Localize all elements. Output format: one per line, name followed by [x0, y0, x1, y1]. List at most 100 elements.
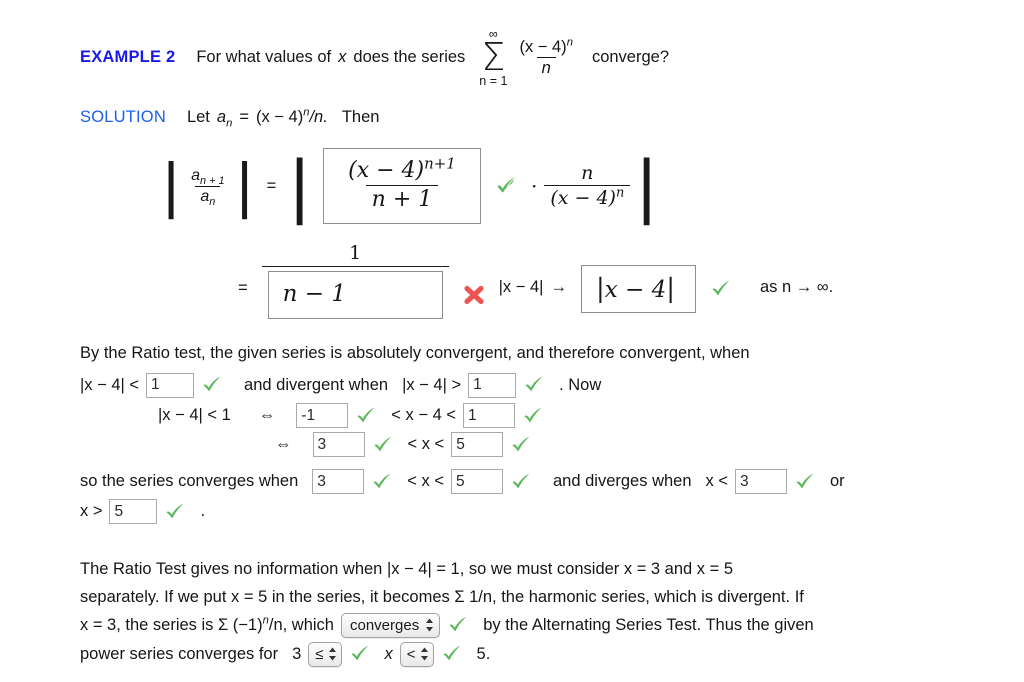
answer-box-limit[interactable]: |x − 4| [580, 265, 696, 313]
final-paragraph-line-1: The Ratio Test gives no information when… [80, 554, 814, 584]
series-denominator: n [536, 57, 556, 77]
radius-greater-input[interactable] [468, 372, 517, 398]
check-icon-converge-lower [371, 472, 393, 492]
a-n-symbol: an [216, 108, 233, 130]
converges-select-value: converges [349, 616, 420, 634]
stepper-arrows-icon[interactable] [425, 617, 434, 633]
interval-upper-input-2[interactable] [451, 432, 504, 457]
check-icon-interval-lower-2 [372, 435, 394, 455]
solution-label: SOLUTION [80, 108, 166, 126]
ratio-paragraph-line-1-text: By the Ratio test, the given series is a… [80, 343, 750, 362]
operator-select-right[interactable]: < [399, 641, 434, 667]
equation-equals-2: = [238, 279, 248, 297]
final-paragraph-line-4: power series converges for 3 ≤ x < 5. [80, 639, 814, 669]
ratio-test-paragraph: By the Ratio test, the given series is a… [80, 338, 750, 400]
convergence-line: so the series converges when < x < and d… [80, 469, 845, 494]
equation-equals-1: = [266, 176, 277, 195]
answer-limit-value: |x − 4| [595, 273, 675, 304]
answer-box-denominator[interactable]: n − 1 [267, 271, 443, 320]
answer-box-ratio-fraction[interactable]: (x − 4)n+1 n + 1 [322, 148, 481, 224]
abs-bar-open-right: | [290, 146, 309, 226]
converge-upper-input[interactable] [451, 469, 503, 494]
prompt-variable: x [338, 48, 347, 66]
sigma-glyph: Σ [481, 34, 506, 79]
stepper-arrows-icon-left[interactable] [328, 646, 337, 662]
example-heading-line: EXAMPLE 2 For what values of x does the … [80, 28, 669, 87]
equals-sign: = [239, 108, 249, 126]
divergent-when-text: and divergent when [244, 375, 389, 394]
ratio-equation-row-2: = 1 n − 1 |x − 4| → |x − 4| as n → ∞. [238, 242, 834, 333]
check-icon-radius-less [201, 375, 223, 395]
abs-x-minus-4-text: |x − 4| [498, 278, 544, 296]
cross-icon-denominator [463, 284, 485, 306]
diverge-upper-input[interactable] [109, 499, 158, 524]
final-paragraph: The Ratio Test gives no information when… [80, 554, 814, 669]
period-text: . [200, 502, 206, 520]
ratio-equation-row-1: | an + 1 an | = | (x − 4)n+1 n + 1 · n (… [163, 148, 656, 224]
answer-fraction: (x − 4)n+1 n + 1 [342, 155, 462, 213]
check-icon-interval-upper-2 [510, 435, 532, 455]
now-text: . Now [559, 375, 602, 394]
limit-arrow: → [550, 278, 567, 296]
iff-symbol-1: ⇔ [258, 406, 276, 424]
final-line-3-prefix: x = 3, the series is Σ (−1)n/n, which [80, 614, 334, 634]
interval-middle-2: < x < [407, 435, 445, 453]
check-icon-limit [710, 279, 732, 299]
stepper-arrows-icon-right[interactable] [420, 646, 429, 662]
prompt-text-end: converge? [591, 48, 669, 66]
check-icon-interval-lower-1 [355, 406, 377, 426]
a-subscript: n [226, 117, 233, 130]
check-icon-ratio-fraction [495, 176, 517, 196]
bound-high-value: 5. [476, 644, 491, 663]
power-series-converges-text: power series converges for [80, 644, 279, 663]
final-paragraph-line-3: x = 3, the series is Σ (−1)n/n, which co… [80, 610, 814, 640]
check-icon-converge-upper [510, 472, 532, 492]
converges-select[interactable]: converges [340, 612, 441, 638]
interval-lower-input-2[interactable] [312, 432, 365, 457]
check-icon-radius-greater [523, 375, 545, 395]
prompt-text-before: For what values of [196, 48, 332, 66]
limit-fraction: 1 n − 1 [261, 242, 449, 320]
series-numerator: (x − 4)n [519, 36, 573, 56]
abs-bar-close-left: | [236, 151, 253, 220]
converge-lower-input[interactable] [312, 469, 365, 494]
limit-fraction-numerator: 1 [349, 242, 362, 264]
then-text: Then [341, 108, 380, 126]
ratio-paragraph-line-1: By the Ratio test, the given series is a… [80, 338, 750, 368]
answer-denominator-value: n − 1 [282, 281, 346, 308]
iff-symbol-2: ⇔ [275, 435, 292, 453]
convergence-second-line: x > . [80, 499, 205, 524]
a-ratio-denominator: an [195, 185, 221, 207]
abs-bar-close-right: | [637, 146, 656, 226]
as-n-approaches-infinity: as n → ∞. [759, 278, 834, 296]
operator-select-left[interactable]: ≤ [308, 641, 342, 667]
inequality-row-2: ⇔ < x < [275, 432, 532, 457]
inequality-row-1: |x − 4| < 1 ⇔ < x − 4 < [158, 403, 544, 428]
final-paragraph-line-2: separately. If we put x = 5 in the serie… [80, 582, 814, 612]
check-icon-converges-select [447, 615, 469, 635]
diverge-lower-input[interactable] [735, 469, 787, 494]
answer-fraction-numerator: (x − 4)n+1 [348, 155, 456, 184]
abs-greater-than-label: |x − 4| > [402, 375, 462, 394]
abs-less-than-label: |x − 4| < [80, 375, 140, 394]
answer-fraction-denominator: n + 1 [365, 185, 439, 213]
check-icon-diverge-lower [794, 472, 816, 492]
interval-lower-input-1[interactable] [296, 403, 349, 428]
final-paragraph-line-1-text: The Ratio Test gives no information when… [80, 559, 734, 578]
example-label: EXAMPLE 2 [80, 48, 176, 66]
x-greater-label: x > [80, 502, 103, 520]
radius-less-input[interactable] [146, 372, 195, 398]
solution-heading-line: SOLUTION Let an = (x − 4)n/n. Then [80, 106, 380, 130]
converge-middle-text: < x < [407, 472, 444, 490]
a-ratio-numerator: an + 1 [191, 166, 225, 188]
a-n-expression: (x − 4)n/n. [255, 106, 328, 126]
ratio-paragraph-line-2: |x − 4| < and divergent when |x − 4| > .… [80, 370, 750, 400]
check-icon-diverge-upper [164, 502, 186, 522]
diverges-expr-text: x < [705, 472, 728, 490]
operator-select-left-value: ≤ [315, 645, 324, 663]
interval-upper-input-1[interactable] [462, 403, 515, 428]
bound-low-value: 3 [292, 644, 302, 663]
or-text: or [830, 472, 845, 490]
multiplication-dot: · [530, 174, 538, 198]
abs-bar-open-left: | [163, 151, 180, 220]
